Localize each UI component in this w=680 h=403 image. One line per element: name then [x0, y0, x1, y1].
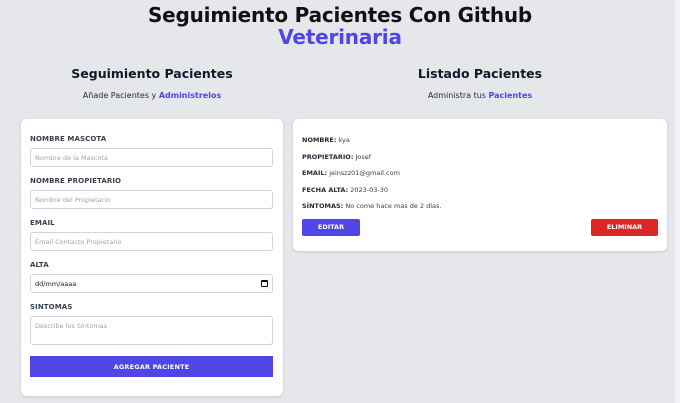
list-section-title: Listado Pacientes [417, 66, 543, 81]
list-subtitle-accent: Pacientes [488, 91, 533, 100]
form-subtitle-prefix: Añade Pacientes y [82, 91, 159, 100]
alta-label: ALTA [30, 261, 49, 269]
patient-date-key: Fecha Alta: [302, 185, 349, 194]
patient-name-key: Nombre: [302, 136, 337, 144]
email-input[interactable]: Email Contacto Propietario [30, 232, 273, 251]
field-sintomas: SINTOMAS Describe los Síntomas [30, 303, 274, 345]
patient-card: Nombre: kya Propietario: Josef Email: je… [293, 119, 667, 251]
form-column: Seguimiento Pacientes Añade Pacientes y … [21, 66, 283, 396]
patient-date-value: 2023-03-30 [350, 185, 389, 194]
patient-owner-row: Propietario: Josef [302, 153, 658, 161]
mascota-input[interactable]: Nombre de la Mascota [30, 148, 273, 167]
patient-owner-key: Propietario: [302, 152, 354, 161]
list-section-subtitle: Administra tus Pacientes [293, 91, 667, 100]
sintomas-label: SINTOMAS [30, 303, 73, 311]
patient-email-key: Email: [302, 169, 328, 177]
list-column: Listado Pacientes Administra tus Pacient… [293, 66, 667, 251]
patient-date-row: Fecha Alta: 2023-03-30 [302, 186, 658, 194]
field-mascota: NOMBRE MASCOTA Nombre de la Mascota [30, 135, 274, 167]
form-section-title: Seguimiento Pacientes [71, 66, 233, 81]
patient-email-value: jeinszz01@gmail.com [329, 169, 400, 177]
list-subtitle-prefix: Administra tus [427, 91, 489, 100]
page-header: Seguimiento Pacientes Con Github Veterin… [0, 0, 680, 48]
patient-name-row: Nombre: kya [302, 136, 658, 144]
field-propietario: NOMBRE PROPIETARIO Nombre del Propietari… [30, 177, 274, 209]
field-alta: ALTA dd/mm/aaaa [30, 261, 274, 293]
mascota-label: NOMBRE MASCOTA [30, 135, 107, 143]
field-email: EMAIL Email Contacto Propietario [30, 219, 274, 251]
alta-date-input[interactable]: dd/mm/aaaa [30, 274, 273, 293]
patient-symptoms-row: Síntomas: No come hace mas de 2 días. [302, 202, 658, 210]
delete-button[interactable]: ELIMINAR [591, 218, 658, 236]
patient-name-value: kya [338, 136, 350, 144]
calendar-icon[interactable] [261, 280, 268, 287]
page-title-accent: Veterinaria [278, 25, 402, 49]
patient-symptoms-key: Síntomas: [302, 202, 344, 210]
patient-owner-value: Josef [355, 152, 372, 161]
patient-actions: EDITAR ELIMINAR [302, 218, 658, 237]
patient-symptoms-value: No come hace mas de 2 días. [345, 202, 442, 210]
scrollbar[interactable] [675, 0, 680, 403]
patient-email-row: Email: jeinszz01@gmail.com [302, 169, 658, 177]
page-title: Seguimiento Pacientes Con Github Veterin… [0, 4, 680, 48]
patient-form: NOMBRE MASCOTA Nombre de la Mascota NOMB… [21, 119, 283, 396]
page-title-text: Seguimiento Pacientes Con Github [147, 3, 533, 27]
edit-button[interactable]: EDITAR [302, 218, 360, 236]
propietario-input[interactable]: Nombre del Propietario [30, 190, 273, 209]
sintomas-textarea[interactable]: Describe los Síntomas [30, 316, 273, 345]
form-section-subtitle: Añade Pacientes y Administrelos [21, 91, 283, 100]
add-patient-button[interactable]: AGREGAR PACIENTE [30, 356, 273, 377]
alta-date-placeholder: dd/mm/aaaa [35, 279, 77, 288]
form-subtitle-accent: Administrelos [158, 91, 222, 100]
email-label: EMAIL [30, 219, 55, 227]
propietario-label: NOMBRE PROPIETARIO [30, 177, 122, 185]
